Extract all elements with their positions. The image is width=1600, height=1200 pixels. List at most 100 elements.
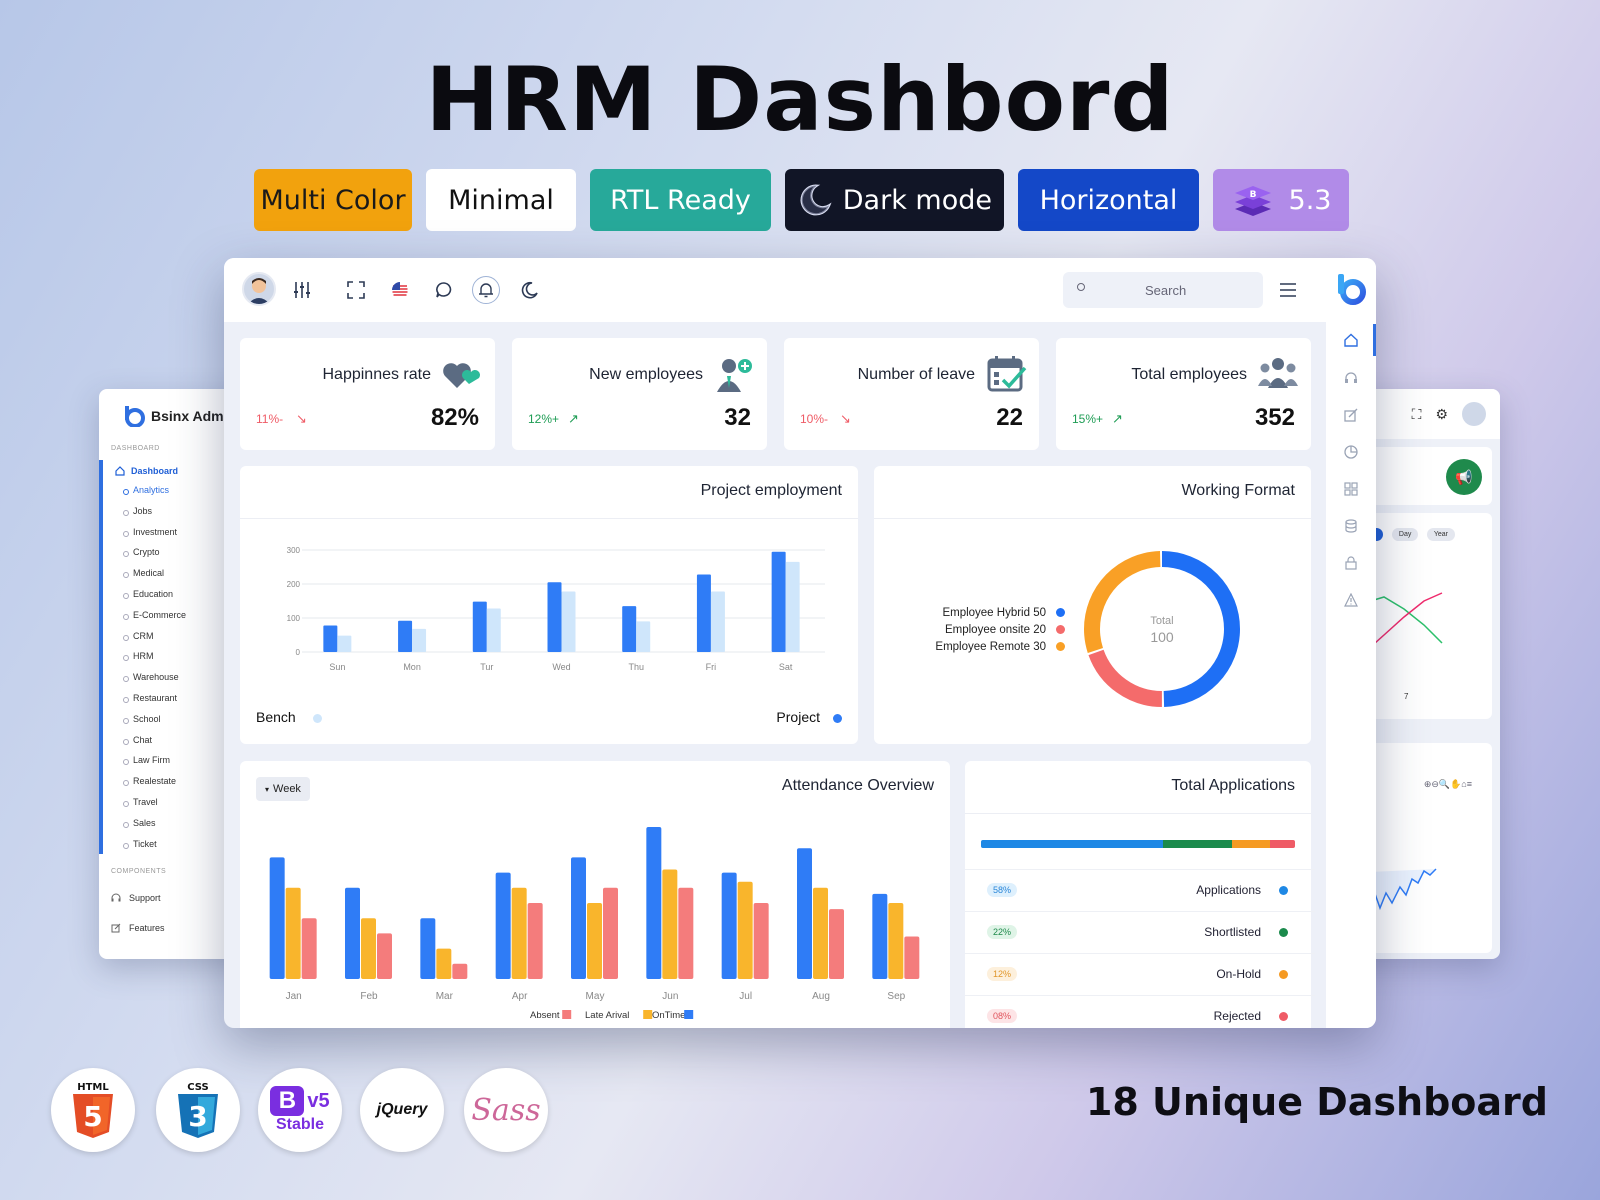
bell-icon[interactable] [472, 276, 500, 304]
stat-card-leave: Number of leave 10%- ↘ 22 [784, 338, 1039, 450]
bar-absent [377, 933, 392, 979]
bar-bench [636, 621, 651, 652]
grid-icon[interactable] [1339, 477, 1363, 501]
css-label: CSS [187, 1082, 208, 1093]
megaphone-icon: 📢 [1446, 459, 1482, 495]
moon-icon [800, 184, 832, 216]
x-tick-label: Sat [779, 662, 793, 672]
bar-project [696, 574, 711, 652]
stat-title: Number of leave [857, 366, 975, 383]
legend-bench-dot [313, 714, 322, 723]
home-icon [115, 466, 125, 476]
search-input[interactable] [1063, 272, 1263, 308]
bar-absent [527, 903, 543, 979]
bar-late-arival [662, 869, 678, 979]
legend-dot [1056, 625, 1065, 635]
avatar[interactable] [242, 272, 276, 306]
stat-change: 11%- [256, 412, 284, 426]
percent-badge: 12% [987, 967, 1018, 981]
search-box[interactable] [1063, 272, 1263, 308]
bar-late-arival [361, 918, 376, 979]
card-title: Total Applications [1171, 777, 1295, 794]
edit-icon[interactable] [1339, 403, 1363, 427]
database-icon[interactable] [1339, 514, 1363, 538]
x-tick-label: May [586, 991, 605, 1002]
brand-logo-icon[interactable] [1335, 272, 1367, 306]
lock-icon[interactable] [1339, 551, 1363, 575]
jquery-logo: jQuery [360, 1068, 444, 1152]
badge-bootstrap-version: B 5.3 [1213, 169, 1349, 231]
share-segment [1232, 840, 1270, 848]
donut-center-label: Total [1150, 615, 1173, 627]
bootstrap-version: v5 [307, 1089, 330, 1112]
pill-day[interactable]: Day [1391, 528, 1419, 541]
bootstrap-status: Stable [275, 1116, 324, 1133]
legend-bench-label: Bench [256, 709, 296, 725]
row-label: Rejected [1213, 1009, 1261, 1023]
css3-logo: CSS 3 [156, 1068, 240, 1152]
project-employment-chart: 0 100 200 300 Sun Mon Tur Wed Thu Fri Sat [287, 546, 825, 672]
y-tick-label: 100 [287, 614, 301, 623]
dark-mode-toggle-icon[interactable] [514, 274, 546, 306]
bar-absent [301, 918, 317, 979]
right-icon-rail [1326, 258, 1376, 1028]
trend-up-icon: ↗ [568, 411, 579, 426]
bar-late-arival [587, 903, 602, 979]
stat-change: 15%+ [1072, 412, 1104, 426]
avatar [1462, 402, 1486, 426]
working-format-donut: Total 100 [1084, 551, 1240, 707]
edit-icon [111, 923, 121, 933]
x-tick-label: Sun [329, 662, 345, 672]
menu-icon[interactable] [1272, 274, 1304, 306]
bar-ontime [571, 857, 586, 979]
bar-absent [829, 909, 844, 979]
svg-text:3: 3 [188, 1100, 207, 1133]
trend-down-icon: ↘ [840, 411, 851, 426]
y-tick-label: 0 [296, 648, 301, 657]
legend-onsite: Employee onsite 20 [945, 624, 1065, 636]
add-user-icon [717, 359, 752, 392]
badge-version-label: 5.3 [1288, 184, 1332, 216]
attendance-overview-card: Attendance Overview ▾ Week Jan Feb Mar Apr M… [240, 761, 950, 1028]
x-tick-label: Thu [628, 662, 644, 672]
settings-sliders-icon[interactable] [286, 274, 318, 306]
x-tick-label: Fri [706, 662, 717, 672]
sidebar-item-label: Dashboard [131, 466, 179, 476]
legend-remote: Employee Remote 30 [935, 641, 1065, 653]
bar-absent [678, 887, 694, 979]
trend-down-icon: ↘ [296, 411, 307, 426]
legend-label: OnTime [652, 1010, 685, 1021]
user-avatar-icon [248, 278, 270, 304]
bar-late-arival [285, 887, 301, 979]
bar-late-arival [888, 903, 904, 979]
divider [874, 518, 1311, 519]
topbar [224, 258, 1376, 322]
legend-hybrid: Employee Hybrid 50 [942, 607, 1065, 619]
warning-icon[interactable] [1339, 588, 1363, 612]
application-row: 22% Shortlisted [965, 911, 1315, 953]
bar-ontime [420, 918, 436, 979]
stat-card-new-employees: New employees 12%+ ↗ 32 [512, 338, 767, 450]
pie-chart-icon[interactable] [1339, 440, 1363, 464]
headset-icon[interactable] [1339, 366, 1363, 390]
week-dropdown[interactable]: ▾ Week [256, 777, 310, 801]
chat-icon[interactable] [428, 274, 460, 306]
x-tick-label: Jan [286, 991, 302, 1002]
home-icon[interactable] [1339, 328, 1363, 352]
bar-bench [785, 561, 800, 652]
bar-absent [753, 903, 769, 979]
percent-badge: 08% [987, 1009, 1018, 1023]
bar-ontime [721, 872, 737, 979]
share-segment [1163, 840, 1233, 848]
application-row: 12% On-Hold [965, 953, 1315, 995]
legend-swatch [684, 1010, 694, 1019]
x-tick-label: Wed [552, 662, 570, 672]
card-title: Working Format [1181, 482, 1295, 499]
fullscreen-icon[interactable] [340, 274, 372, 306]
jquery-wordmark: jQuery [376, 1101, 428, 1118]
stat-title: Happinnes rate [322, 366, 431, 383]
bar-ontime [495, 872, 511, 979]
us-flag-icon[interactable] [384, 274, 416, 306]
bar-ontime [646, 827, 662, 979]
pill-year[interactable]: Year [1426, 528, 1455, 541]
